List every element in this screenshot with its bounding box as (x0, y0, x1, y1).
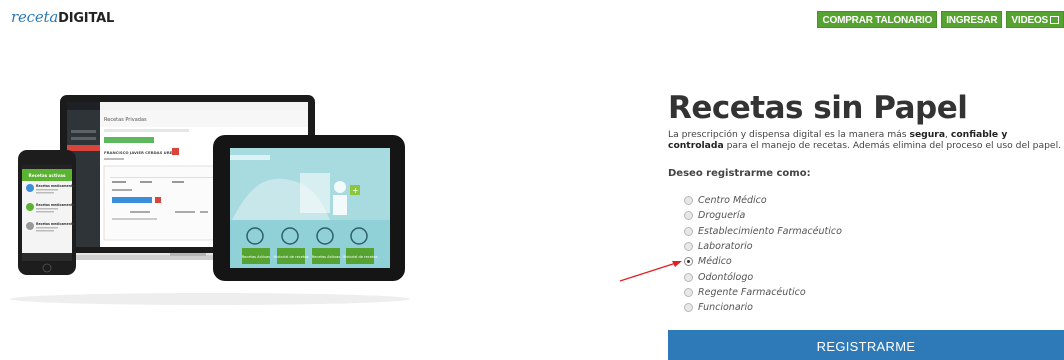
radio-laboratorio[interactable] (684, 242, 693, 252)
tablet-button-1: Recetas Activas (242, 255, 270, 259)
option-medico[interactable]: Médico (684, 254, 842, 269)
radio-funcionario[interactable] (684, 303, 693, 313)
buy-booklet-button[interactable]: COMPRAR TALONARIO (817, 11, 938, 28)
option-label: Médico (698, 256, 732, 268)
option-label: Laboratorio (698, 241, 753, 253)
radio-medico[interactable] (684, 257, 693, 267)
tablet-button-2: Historial de recetas (274, 255, 309, 259)
option-regente-farmaceutico[interactable]: Regente Farmacéutico (684, 285, 842, 300)
option-drogueria[interactable]: Droguería (684, 208, 842, 223)
intro-text-part-1: La prescripción y dispensa digital es la… (668, 129, 910, 140)
option-label: Droguería (698, 210, 746, 222)
logo-digital: DIGITAL (58, 11, 115, 26)
register-options: Centro Médico Droguería Establecimiento … (684, 193, 842, 315)
logo-receta: receta (11, 8, 59, 26)
laptop-patient: FRANCISCO JAVIER CERDAS UREÑA (104, 150, 178, 155)
intro-text: La prescripción y dispensa digital es la… (668, 129, 1064, 151)
phone-item-3: Recetas medicamento (36, 222, 75, 226)
radio-odontologo[interactable] (684, 272, 693, 282)
register-button[interactable]: REGISTRARME (668, 330, 1064, 360)
tablet-illustration: + Recetas Activas Historial de recetas R… (213, 135, 405, 281)
option-label: Establecimiento Farmacéutico (698, 225, 842, 237)
intro-text-bold-1: segura (909, 129, 946, 140)
radio-centro-medico[interactable] (684, 196, 693, 206)
brand-logo[interactable]: recetaDIGITAL (11, 9, 114, 27)
video-icon (1050, 16, 1059, 24)
option-label: Odontólogo (698, 271, 754, 283)
option-label: Centro Médico (698, 195, 767, 207)
intro-text-part-3: para el manejo de recetas. Además elimin… (723, 140, 1062, 151)
option-establecimiento-farmaceutico[interactable]: Establecimiento Farmacéutico (684, 224, 842, 239)
svg-text:+: + (352, 186, 359, 195)
phone-illustration: Recetas activas Recetas medicamento Rece… (18, 150, 76, 275)
top-nav: COMPRAR TALONARIO INGRESAR VIDEOS (817, 11, 1064, 28)
option-laboratorio[interactable]: Laboratorio (684, 239, 842, 254)
option-label: Regente Farmacéutico (698, 286, 806, 298)
radio-drogueria[interactable] (684, 211, 693, 221)
option-odontologo[interactable]: Odontólogo (684, 269, 842, 284)
laptop-title: Recetas Privadas (104, 117, 147, 123)
red-arrow-annotation (619, 261, 682, 282)
phone-item-1: Recetas medicamento (36, 184, 75, 188)
devices-illustration: Recetas Privadas FRANCISCO JAVIER CERDAS… (10, 95, 410, 305)
login-button[interactable]: INGRESAR (941, 11, 1003, 28)
register-question: Deseo registrarme como: (668, 168, 811, 179)
radio-establecimiento-farmaceutico[interactable] (684, 226, 693, 236)
videos-button[interactable]: VIDEOS (1006, 11, 1064, 28)
tablet-button-3: Recetas Activas (312, 255, 340, 259)
videos-label: VIDEOS (1011, 15, 1048, 26)
page-headline: Recetas sin Papel (668, 90, 968, 126)
phone-item-2: Recetas medicamento (36, 203, 75, 207)
radio-regente-farmaceutico[interactable] (684, 287, 693, 297)
phone-header: Recetas activas (29, 173, 66, 178)
option-label: Funcionario (698, 302, 753, 314)
option-funcionario[interactable]: Funcionario (684, 300, 842, 315)
tablet-button-4: Historial de recetas (343, 255, 378, 259)
option-centro-medico[interactable]: Centro Médico (684, 193, 842, 208)
